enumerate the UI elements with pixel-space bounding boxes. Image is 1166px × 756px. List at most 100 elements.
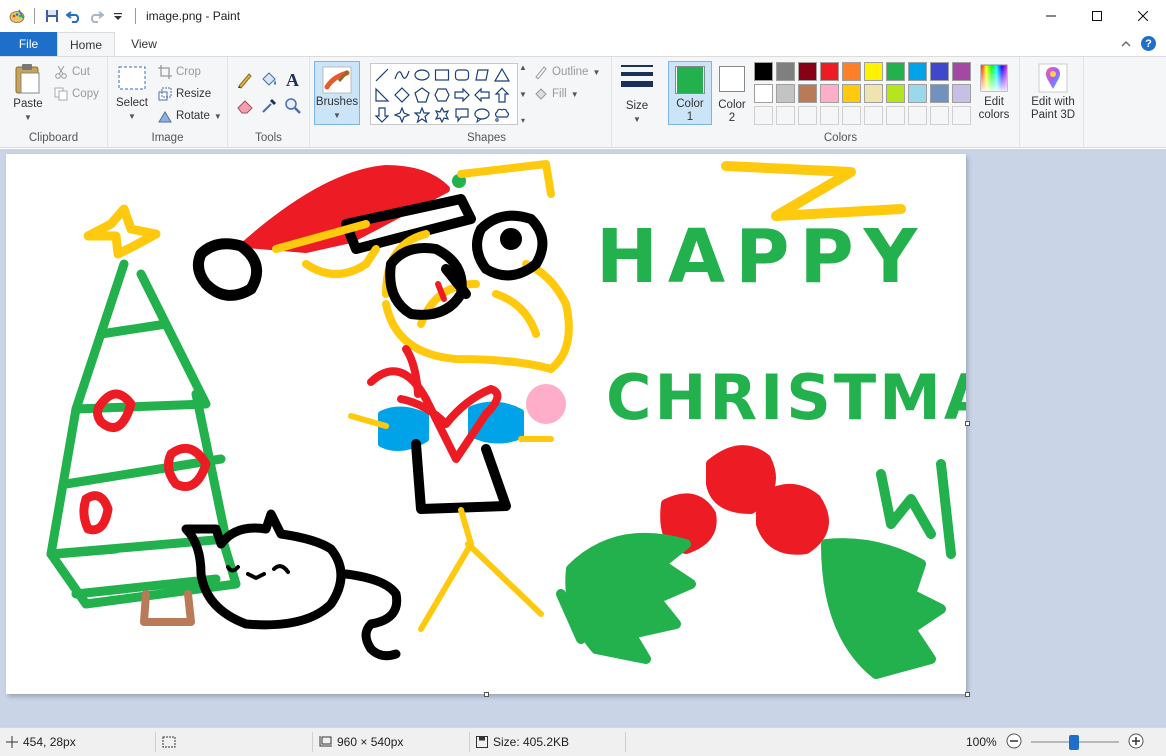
cut-button[interactable]: Cut [54,65,90,79]
line-shape-icon[interactable] [373,66,391,84]
palette-empty-swatch[interactable] [754,106,773,125]
color1-button[interactable]: Color 1 [668,61,712,125]
palette-swatch[interactable] [776,62,795,81]
christmas-drawing[interactable]: HAPPY CHRISTMAS [6,154,966,694]
outline-button[interactable]: Outline ▼ [534,65,600,79]
close-button[interactable] [1120,0,1166,32]
canvas-resize-handle-bottom[interactable] [484,692,489,697]
oval-callout-shape-icon[interactable] [473,106,491,124]
diamond-shape-icon[interactable] [393,86,411,104]
palette-swatch[interactable] [952,84,971,103]
rotate-button[interactable]: Rotate ▼ [158,109,222,123]
palette-empty-swatch[interactable] [886,106,905,125]
palette-swatch[interactable] [930,84,949,103]
paint-app-icon[interactable] [8,7,26,25]
tab-view[interactable]: View [115,32,173,56]
fill-bucket-icon[interactable] [260,71,278,92]
save-icon[interactable] [43,7,61,25]
palette-swatch[interactable] [864,84,883,103]
cursor-position: 454, 28px [6,728,76,756]
polygon-shape-icon[interactable] [473,66,491,84]
right-arrow-shape-icon[interactable] [453,86,471,104]
palette-empty-swatch[interactable] [952,106,971,125]
palette-swatch[interactable] [798,62,817,81]
palette-swatch[interactable] [886,84,905,103]
edit-with-paint3d-button[interactable]: Edit with Paint 3D [1024,63,1082,122]
four-point-star-shape-icon[interactable] [393,106,411,124]
size-button[interactable]: Size ▼ [618,63,656,126]
magnifier-icon[interactable] [284,97,302,118]
palette-swatch[interactable] [754,62,773,81]
drawing-canvas[interactable]: HAPPY CHRISTMAS [6,154,966,694]
palette-empty-swatch[interactable] [798,106,817,125]
palette-empty-swatch[interactable] [776,106,795,125]
help-icon[interactable]: ? [1141,36,1156,51]
palette-swatch[interactable] [952,62,971,81]
zoom-slider[interactable] [1030,734,1119,750]
brush-icon [322,66,352,94]
palette-empty-swatch[interactable] [930,106,949,125]
brushes-button[interactable]: Brushes ▼ [314,61,360,125]
palette-swatch[interactable] [820,62,839,81]
copy-button[interactable]: Copy [54,87,99,101]
eraser-icon[interactable] [236,97,254,118]
triangle-shape-icon[interactable] [493,66,511,84]
undo-icon[interactable] [65,7,83,25]
redo-icon[interactable] [87,7,105,25]
resize-button[interactable]: Resize [158,87,211,101]
canvas-resize-handle-right[interactable] [965,421,970,426]
hexagon-shape-icon[interactable] [433,86,451,104]
zoom-slider-thumb[interactable] [1068,735,1079,750]
tab-home[interactable]: Home [57,32,115,56]
six-point-star-shape-icon[interactable] [433,106,451,124]
oval-shape-icon[interactable] [413,66,431,84]
palette-swatch[interactable] [842,84,861,103]
palette-swatch[interactable] [930,62,949,81]
palette-empty-swatch[interactable] [908,106,927,125]
color2-button[interactable]: Color 2 [712,61,752,125]
minimize-button[interactable] [1028,0,1074,32]
crop-label: Crop [176,66,201,78]
canvas-workspace[interactable]: HAPPY CHRISTMAS [0,149,1166,727]
palette-empty-swatch[interactable] [864,106,883,125]
five-point-star-shape-icon[interactable] [413,106,431,124]
collapse-ribbon-icon[interactable] [1121,37,1131,51]
palette-empty-swatch[interactable] [820,106,839,125]
color2-swatch [721,68,743,90]
select-button[interactable]: Select ▼ [114,65,150,123]
palette-swatch[interactable] [842,62,861,81]
rectangle-shape-icon[interactable] [433,66,451,84]
rounded-callout-shape-icon[interactable] [453,106,471,124]
palette-swatch[interactable] [886,62,905,81]
curve-shape-icon[interactable] [393,66,411,84]
up-arrow-shape-icon[interactable] [493,86,511,104]
palette-swatch[interactable] [908,62,927,81]
zoom-in-icon[interactable] [1128,733,1144,752]
palette-swatch[interactable] [798,84,817,103]
palette-swatch[interactable] [754,84,773,103]
pencil-icon[interactable] [236,71,254,92]
edit-colors-button[interactable]: Edit colors [974,63,1014,122]
palette-swatch[interactable] [820,84,839,103]
paste-button[interactable]: Paste ▼ [8,63,48,124]
shapes-gallery-scroller[interactable]: ▲ ▼ ▾ [518,63,528,125]
color-picker-icon[interactable] [260,97,278,118]
pentagon-shape-icon[interactable] [413,86,431,104]
rounded-rectangle-shape-icon[interactable] [453,66,471,84]
down-arrow-shape-icon[interactable] [373,106,391,124]
palette-swatch[interactable] [864,62,883,81]
tab-file[interactable]: File [0,32,57,56]
maximize-button[interactable] [1074,0,1120,32]
palette-swatch[interactable] [908,84,927,103]
text-tool-icon[interactable]: A [284,69,302,92]
right-triangle-shape-icon[interactable] [373,86,391,104]
zoom-out-icon[interactable] [1006,733,1022,752]
canvas-resize-handle-corner[interactable] [965,692,970,697]
left-arrow-shape-icon[interactable] [473,86,491,104]
palette-swatch[interactable] [776,84,795,103]
fill-button[interactable]: Fill ▼ [534,87,579,101]
crop-button[interactable]: Crop [158,65,201,79]
customize-qat-icon[interactable] [109,7,127,25]
cloud-callout-shape-icon[interactable] [493,106,511,124]
palette-empty-swatch[interactable] [842,106,861,125]
